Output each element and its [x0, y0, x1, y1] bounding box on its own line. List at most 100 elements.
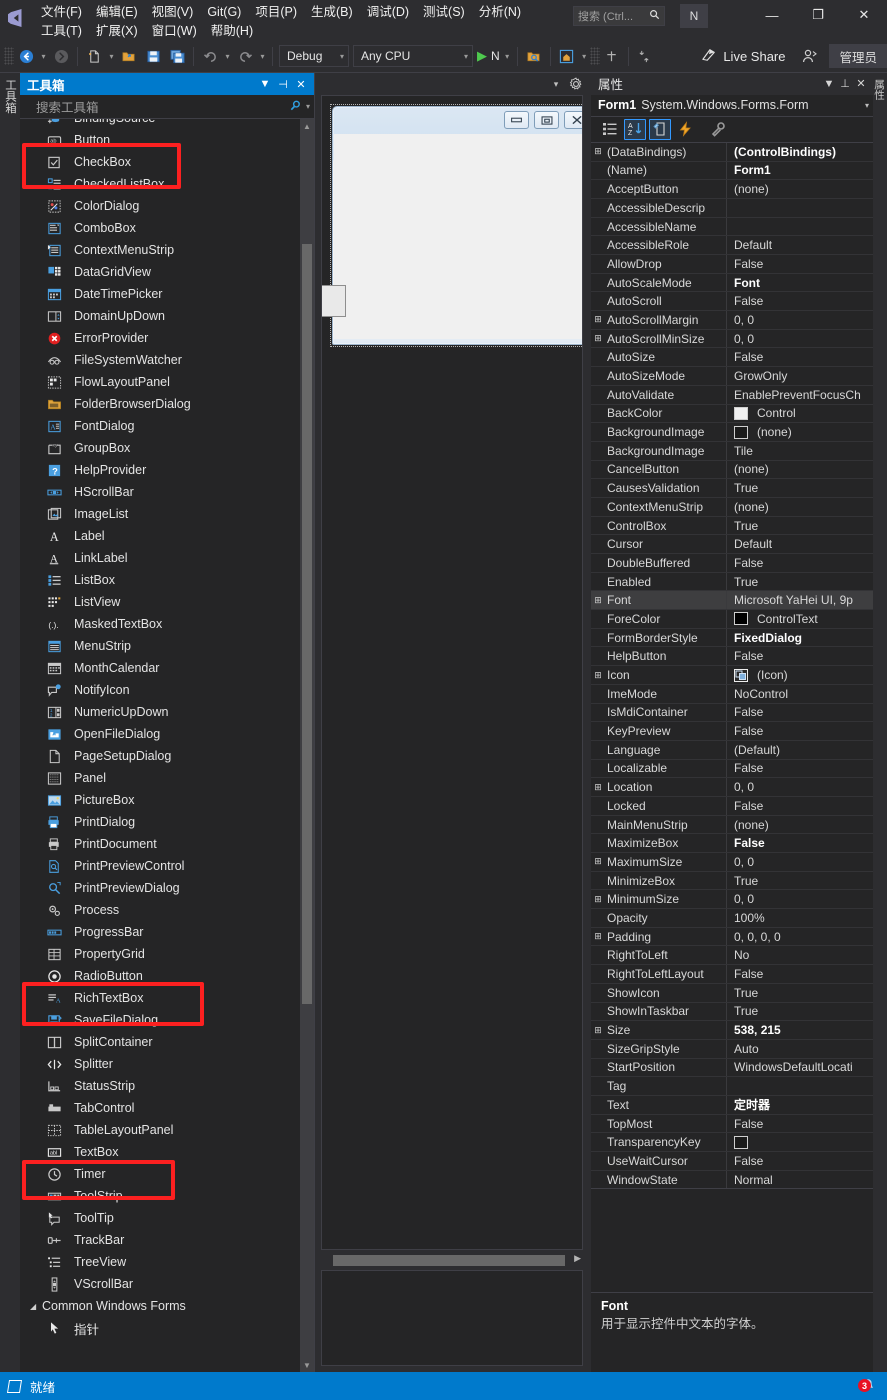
property-value[interactable]: (ControlBindings): [727, 145, 873, 159]
property-row[interactable]: AcceptButton (none): [591, 180, 873, 199]
property-row[interactable]: ⊞ MaximumSize 0, 0: [591, 853, 873, 872]
redo-dropdown-icon[interactable]: ▾: [257, 45, 268, 67]
property-value[interactable]: FixedDialog: [727, 631, 873, 645]
toolbox-item-treeview[interactable]: TreeView: [20, 1251, 300, 1273]
form-child-control[interactable]: ⁞: [322, 285, 346, 317]
toolbox-item-splitter[interactable]: Splitter: [20, 1053, 300, 1075]
toolbox-item-hscrollbar[interactable]: HScrollBar: [20, 481, 300, 503]
scroll-right-icon[interactable]: ▶: [574, 1253, 581, 1264]
property-row[interactable]: BackColor Control: [591, 404, 873, 424]
property-row[interactable]: ForeColor ControlText: [591, 610, 873, 629]
designed-form[interactable]: ⁞: [322, 106, 582, 345]
property-row[interactable]: TransparencyKey: [591, 1133, 873, 1153]
menu-file[interactable]: 文件(F): [34, 3, 89, 22]
form-minimize-button[interactable]: [504, 111, 529, 129]
toolbar-grip[interactable]: [4, 47, 14, 65]
expand-icon[interactable]: ⊞: [591, 670, 605, 681]
toolbox-item-printdocument[interactable]: PrintDocument: [20, 833, 300, 855]
form-close-button[interactable]: [564, 111, 582, 129]
property-row[interactable]: ⊞ AutoScrollMinSize 0, 0: [591, 329, 873, 349]
toolbox-item-printpreviewcontrol[interactable]: PrintPreviewControl: [20, 855, 300, 877]
property-row[interactable]: MainMenuStrip (none): [591, 815, 873, 835]
start-debug-dropdown-icon[interactable]: ▾: [502, 45, 513, 67]
menu-project[interactable]: 项目(P): [248, 3, 304, 22]
menu-extensions[interactable]: 扩展(X): [89, 22, 145, 41]
property-row[interactable]: Enabled True: [591, 572, 873, 592]
toolbox-item-listbox[interactable]: ListBox: [20, 569, 300, 591]
property-row[interactable]: RightToLeftLayout False: [591, 965, 873, 984]
property-value[interactable]: NoControl: [727, 687, 873, 701]
menu-test[interactable]: 测试(S): [416, 3, 472, 22]
property-value[interactable]: True: [727, 1004, 873, 1018]
undo-dropdown-icon[interactable]: ▾: [222, 45, 233, 67]
form-maximize-button[interactable]: [534, 111, 559, 129]
property-row[interactable]: AutoValidate EnablePreventFocusCh: [591, 385, 873, 405]
navigate-backward-dropdown-icon[interactable]: ▾: [38, 45, 49, 67]
toolbox-item-errorprovider[interactable]: ErrorProvider: [20, 327, 300, 349]
toolbox-item-maskedtextbox[interactable]: (.). MaskedTextBox: [20, 613, 300, 635]
property-row[interactable]: ⊞ Padding 0, 0, 0, 0: [591, 927, 873, 947]
property-value[interactable]: 定时器: [727, 1096, 873, 1113]
redo-icon[interactable]: [234, 45, 256, 67]
designer-component-tray[interactable]: [321, 1270, 583, 1366]
expand-icon[interactable]: ⊞: [591, 856, 605, 867]
properties-dropdown-button[interactable]: ▼: [821, 75, 837, 93]
property-value[interactable]: Default: [727, 238, 873, 252]
property-row[interactable]: AccessibleRole Default: [591, 236, 873, 256]
property-row[interactable]: MaximizeBox False: [591, 834, 873, 854]
property-row[interactable]: BackgroundImage (none): [591, 423, 873, 442]
toolbox-item-fontdialog[interactable]: A FontDialog: [20, 415, 300, 437]
toolbox-item-checkedlistbox[interactable]: CheckedListBox: [20, 173, 300, 195]
expand-icon[interactable]: ⊞: [591, 314, 605, 325]
property-value[interactable]: Normal: [727, 1173, 873, 1187]
expand-icon[interactable]: ⊞: [591, 146, 605, 157]
undo-icon[interactable]: [199, 45, 221, 67]
minimize-button[interactable]: —: [749, 0, 795, 30]
property-value[interactable]: 0, 0: [727, 313, 873, 327]
property-row[interactable]: ImeMode NoControl: [591, 684, 873, 704]
expand-icon[interactable]: ⊞: [591, 782, 605, 793]
property-value[interactable]: Font: [727, 276, 873, 290]
toolbox-item-monthcalendar[interactable]: MonthCalendar: [20, 657, 300, 679]
form-client-area[interactable]: ⁞: [322, 134, 582, 339]
toolbox-item-textbox[interactable]: abl TextBox: [20, 1141, 300, 1163]
menu-help[interactable]: 帮助(H): [204, 22, 260, 41]
property-row[interactable]: WindowState Normal: [591, 1170, 873, 1189]
menu-git[interactable]: Git(G): [200, 3, 248, 22]
property-row[interactable]: MinimizeBox True: [591, 871, 873, 891]
toolbox-item-bindingsource[interactable]: BindingSource: [20, 119, 300, 129]
search-solution-icon[interactable]: [523, 45, 545, 67]
events-view-button[interactable]: [674, 119, 696, 140]
property-pages-button[interactable]: [707, 119, 729, 140]
global-search-input[interactable]: 搜索 (Ctrl...: [573, 6, 665, 26]
toolbox-item-domainupdown[interactable]: DomainUpDown: [20, 305, 300, 327]
property-row[interactable]: StartPosition WindowsDefaultLocati: [591, 1058, 873, 1078]
property-row[interactable]: Language (Default): [591, 740, 873, 760]
property-value[interactable]: GrowOnly: [727, 369, 873, 383]
toolbox-item-printpreviewdialog[interactable]: PrintPreviewDialog: [20, 877, 300, 899]
navigate-forward-icon[interactable]: [50, 45, 72, 67]
designer-canvas[interactable]: ⁞: [321, 95, 583, 1250]
toolbox-item-datetimepicker[interactable]: DateTimePicker: [20, 283, 300, 305]
property-row[interactable]: SizeGripStyle Auto: [591, 1039, 873, 1059]
toolbox-item-flowlayoutpanel[interactable]: FlowLayoutPanel: [20, 371, 300, 393]
designer-dropdown-icon[interactable]: ▾: [547, 75, 565, 93]
property-row[interactable]: Cursor Default: [591, 535, 873, 555]
property-row[interactable]: AutoSizeMode GrowOnly: [591, 367, 873, 386]
property-row[interactable]: UseWaitCursor False: [591, 1152, 873, 1171]
account-avatar[interactable]: N: [680, 4, 708, 28]
property-row[interactable]: AccessibleName: [591, 217, 873, 237]
chevron-down-icon-props[interactable]: ▾: [865, 101, 869, 110]
property-row[interactable]: KeyPreview False: [591, 722, 873, 741]
properties-pin-button[interactable]: ⊥: [837, 75, 853, 93]
solution-configuration-select[interactable]: Debug ▾: [279, 45, 349, 67]
toolbox-item-filesystemwatcher[interactable]: FileSystemWatcher: [20, 349, 300, 371]
live-share-button[interactable]: Live Share: [695, 44, 791, 68]
menu-debug[interactable]: 调试(D): [360, 3, 416, 22]
property-value[interactable]: Form1: [727, 163, 873, 177]
toolbox-item-splitcontainer[interactable]: SplitContainer: [20, 1031, 300, 1053]
designer-scroll-thumb[interactable]: [333, 1255, 565, 1266]
close-button[interactable]: ✕: [841, 0, 887, 30]
property-row[interactable]: ⊞ AutoScrollMargin 0, 0: [591, 311, 873, 330]
property-row[interactable]: AllowDrop False: [591, 255, 873, 274]
